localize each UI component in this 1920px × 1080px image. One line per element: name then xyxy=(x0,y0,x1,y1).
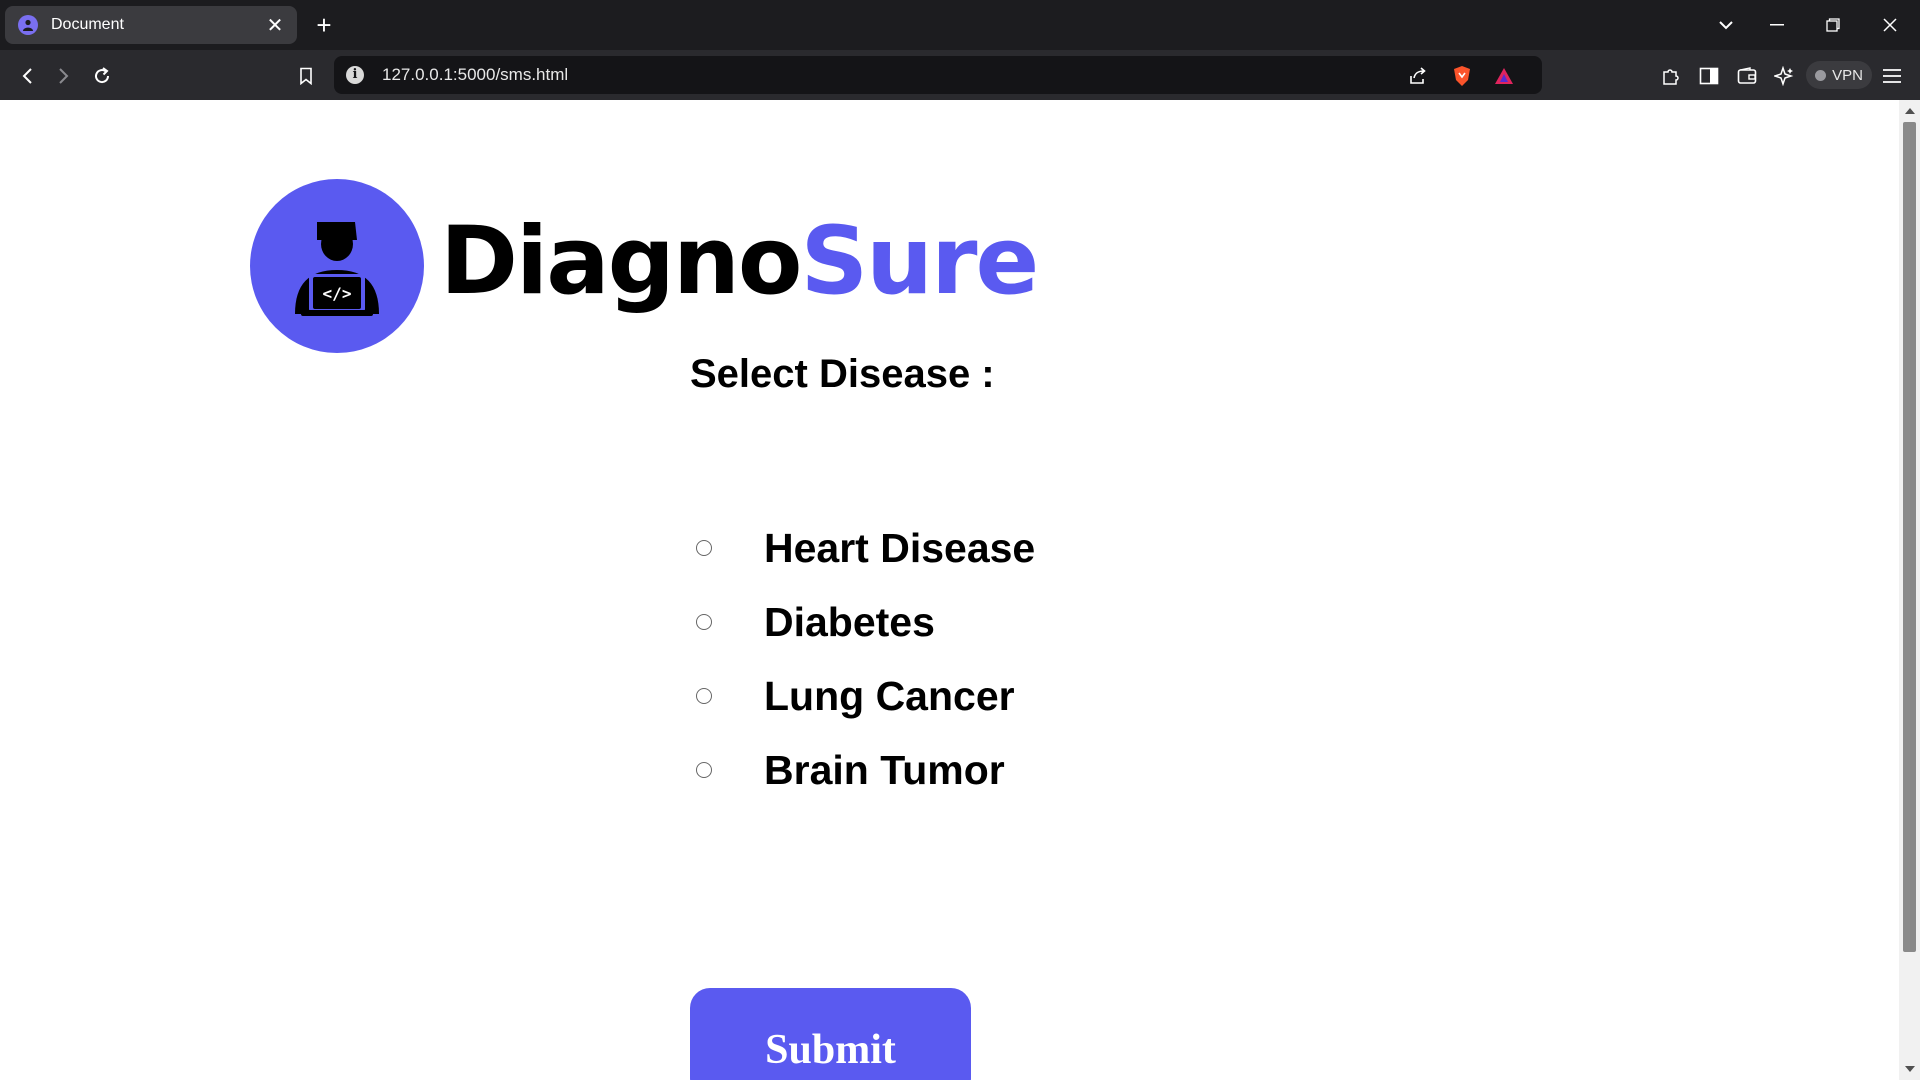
tab-close-icon[interactable]: ✕ xyxy=(265,13,285,38)
option-lung-cancer[interactable]: Lung Cancer xyxy=(690,666,1015,726)
option-label[interactable]: Lung Cancer xyxy=(764,673,1015,720)
brave-shield-icon[interactable] xyxy=(1450,64,1474,88)
tab-title: Document xyxy=(51,16,124,33)
site-info-icon[interactable]: i xyxy=(346,66,364,84)
wallet-icon[interactable] xyxy=(1734,63,1760,89)
radio-diabetes[interactable] xyxy=(696,614,712,630)
restore-icon[interactable] xyxy=(1820,12,1846,38)
page-favicon-icon xyxy=(18,15,38,35)
reload-icon[interactable] xyxy=(87,61,117,91)
brand-part-diagno: Diagno xyxy=(440,207,802,316)
tab-strip: Document ✕ + xyxy=(0,0,1920,50)
minimize-icon[interactable] xyxy=(1764,12,1790,38)
vpn-button[interactable]: VPN xyxy=(1806,61,1872,89)
option-brain-tumor[interactable]: Brain Tumor xyxy=(690,740,1005,800)
option-label[interactable]: Diabetes xyxy=(764,599,935,646)
address-bar[interactable]: i 127.0.0.1:5000/sms.html xyxy=(334,56,1542,94)
logo-icon: </> xyxy=(250,179,424,353)
option-label[interactable]: Heart Disease xyxy=(764,525,1035,572)
vpn-label: VPN xyxy=(1832,66,1863,84)
scroll-up-icon[interactable] xyxy=(1899,102,1920,120)
tab-document[interactable]: Document ✕ xyxy=(5,6,297,44)
radio-lung-cancer[interactable] xyxy=(696,688,712,704)
svg-text:</>: </> xyxy=(323,284,352,303)
brand-logo-text: DiagnoSure xyxy=(440,215,1039,309)
option-heart-disease[interactable]: Heart Disease xyxy=(690,518,1035,578)
brave-rewards-icon[interactable] xyxy=(1492,64,1516,88)
tab-list-chevron-icon[interactable] xyxy=(1713,12,1739,38)
menu-icon[interactable] xyxy=(1879,63,1905,89)
extensions-icon[interactable] xyxy=(1658,63,1684,89)
option-label[interactable]: Brain Tumor xyxy=(764,747,1005,794)
bookmark-icon[interactable] xyxy=(291,61,321,91)
scroll-down-icon[interactable] xyxy=(1899,1060,1920,1078)
address-url[interactable]: 127.0.0.1:5000/sms.html xyxy=(382,65,568,85)
option-diabetes[interactable]: Diabetes xyxy=(690,592,935,652)
sidebar-icon[interactable] xyxy=(1696,63,1722,89)
submit-button[interactable]: Submit xyxy=(690,988,971,1080)
page-scrollbar[interactable] xyxy=(1899,100,1920,1080)
radio-heart-disease[interactable] xyxy=(696,540,712,556)
scrollbar-thumb[interactable] xyxy=(1903,122,1916,952)
leo-ai-icon[interactable] xyxy=(1771,63,1797,89)
share-icon[interactable] xyxy=(1406,64,1430,88)
new-tab-button[interactable]: + xyxy=(312,10,336,40)
vpn-status-icon xyxy=(1815,69,1827,81)
page-viewport: </> DiagnoSure Select Disease : Heart Di… xyxy=(0,100,1899,1080)
select-disease-heading: Select Disease : xyxy=(690,352,995,396)
close-window-icon[interactable] xyxy=(1877,12,1903,38)
back-icon[interactable] xyxy=(12,61,42,91)
brand-part-sure: Sure xyxy=(800,207,1039,316)
radio-brain-tumor[interactable] xyxy=(696,762,712,778)
forward-icon[interactable] xyxy=(49,61,79,91)
browser-toolbar: i 127.0.0.1:5000/sms.html VPN xyxy=(0,50,1920,100)
